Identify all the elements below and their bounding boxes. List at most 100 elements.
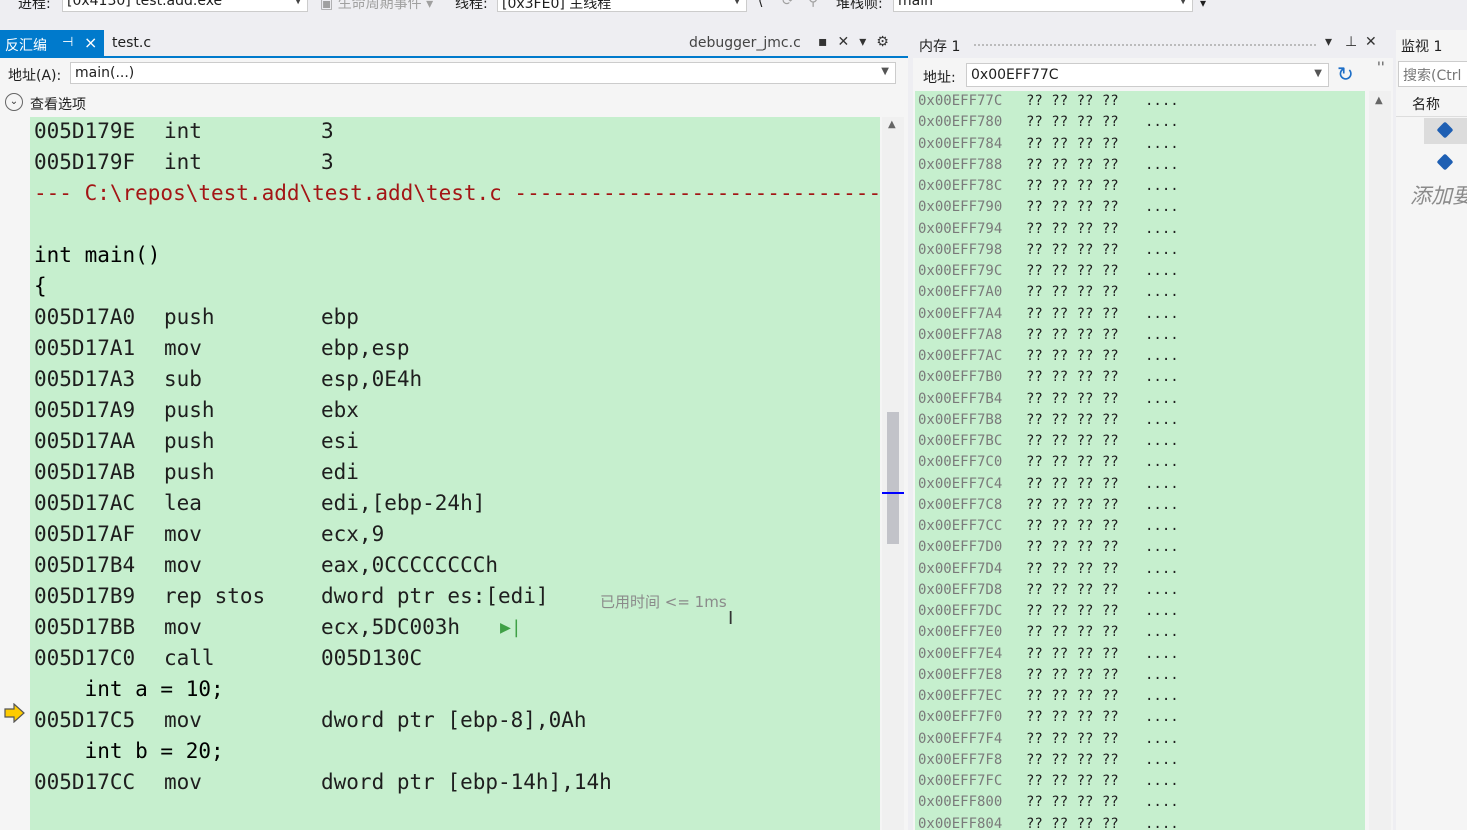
- disassembly-code-view[interactable]: 005D179E int 3 005D179F int 3 --- C:\repos\tes…: [30, 117, 880, 830]
- memory-row-address: 0x00EFF7A0: [918, 284, 1003, 301]
- scrollbar-thumb[interactable]: [887, 412, 899, 544]
- debug-toolbar: 进程: [0x4130] test.add.exe ▼ ▣ 生命周期事件 ▾ 线程…: [0, 0, 1467, 14]
- view-options[interactable]: ⌄ 查看选项: [0, 88, 908, 116]
- memory-row-bytes[interactable]: ?? ?? ?? ??: [1026, 580, 1119, 601]
- thread-combo[interactable]: [0x3FE0] 主线程 ▼: [497, 0, 747, 12]
- memory-row-bytes[interactable]: ?? ?? ?? ??: [1026, 474, 1119, 495]
- memory-row-bytes[interactable]: ?? ?? ?? ??: [1026, 240, 1119, 261]
- instruction-operands: 005D130C: [321, 646, 423, 670]
- process-combo[interactable]: [0x4130] test.add.exe ▼: [62, 0, 308, 12]
- scroll-up-icon[interactable]: ▲: [1375, 95, 1383, 106]
- chevron-down-icon[interactable]: ▾: [859, 34, 866, 50]
- instruction-address: 005D17A1: [34, 336, 136, 360]
- memory-row-bytes[interactable]: ?? ?? ?? ??: [1026, 346, 1119, 367]
- instruction-address: 005D17A3: [34, 367, 136, 391]
- refresh-icon[interactable]: ↻: [1337, 62, 1354, 86]
- pin-icon[interactable]: ▪: [818, 34, 828, 50]
- memory-scrollbar[interactable]: ▲: [1369, 91, 1391, 830]
- source-line: int b = 20;: [34, 739, 224, 763]
- tab-disassembly[interactable]: 反汇编 ⊣ ×: [0, 30, 104, 56]
- pin-icon[interactable]: ⊣: [62, 35, 73, 50]
- elapsed-time: 已用时间 <= 1ms: [600, 593, 727, 611]
- memory-row-bytes[interactable]: ?? ?? ?? ??: [1026, 134, 1119, 155]
- tab-debugger-jmc[interactable]: debugger_jmc.c: [689, 35, 801, 51]
- memory-row-bytes[interactable]: ?? ?? ?? ??: [1026, 155, 1119, 176]
- close-icon[interactable]: ×: [84, 33, 97, 52]
- memory-row-bytes[interactable]: ?? ?? ?? ??: [1026, 91, 1119, 112]
- memory-row-bytes[interactable]: ?? ?? ?? ??: [1026, 601, 1119, 622]
- close-icon[interactable]: ✕: [838, 34, 850, 50]
- memory-row-bytes[interactable]: ?? ?? ?? ??: [1026, 261, 1119, 282]
- memory-row-bytes[interactable]: ?? ?? ?? ??: [1026, 537, 1119, 558]
- memory-row-bytes[interactable]: ?? ?? ?? ??: [1026, 771, 1119, 792]
- watch-search-input[interactable]: 搜索(Ctrl: [1398, 61, 1467, 87]
- close-icon[interactable]: ✕: [1365, 34, 1377, 50]
- address-combo[interactable]: main(...) ▼: [70, 62, 896, 84]
- memory-row-ascii: ....: [1145, 178, 1179, 194]
- memory-row-bytes[interactable]: ?? ?? ?? ??: [1026, 707, 1119, 728]
- watch-item[interactable]: [1424, 118, 1467, 144]
- add-watch-item[interactable]: 添加要: [1410, 180, 1467, 210]
- memory-row-bytes[interactable]: ?? ?? ?? ??: [1026, 665, 1119, 686]
- instruction-address: 005D179F: [34, 150, 136, 174]
- memory-row-bytes[interactable]: ?? ?? ?? ??: [1026, 792, 1119, 813]
- memory-address-value: 0x00EFF77C: [971, 67, 1059, 83]
- pin-icon[interactable]: ⊥: [1345, 34, 1357, 50]
- memory-address-input[interactable]: 0x00EFF77C ▼: [966, 63, 1329, 87]
- memory-row-bytes[interactable]: ?? ?? ?? ??: [1026, 176, 1119, 197]
- memory-row-bytes[interactable]: ?? ?? ?? ??: [1026, 282, 1119, 303]
- breakpoint-gutter[interactable]: [0, 117, 30, 830]
- memory-row-ascii: ....: [1145, 624, 1179, 641]
- watch-name-header[interactable]: 名称: [1396, 90, 1467, 117]
- memory-row-bytes[interactable]: ?? ?? ?? ??: [1026, 367, 1119, 388]
- memory-row-bytes[interactable]: ?? ?? ?? ??: [1026, 389, 1119, 410]
- chevron-down-icon[interactable]: ▾: [1325, 34, 1332, 50]
- flag-icon[interactable]: ⟳: [782, 0, 794, 9]
- disassembly-scrollbar[interactable]: ▲: [882, 117, 904, 830]
- watch-item[interactable]: [1424, 150, 1467, 176]
- current-instruction-arrow-icon: [4, 703, 25, 723]
- memory-row-ascii: ....: [1145, 199, 1179, 216]
- gear-icon[interactable]: ⚙: [876, 34, 889, 50]
- address-bar: 地址(A): main(...) ▼: [0, 58, 908, 88]
- memory-row-bytes[interactable]: ?? ?? ?? ??: [1026, 452, 1119, 473]
- drag-grip[interactable]: [973, 43, 1318, 47]
- memory-row-bytes[interactable]: ?? ?? ?? ??: [1026, 197, 1119, 218]
- memory-row-bytes[interactable]: ?? ?? ?? ??: [1026, 495, 1119, 516]
- filter-icon[interactable]: ⚲: [808, 0, 818, 9]
- thread-flag-icon[interactable]: ⟨: [758, 0, 763, 9]
- memory-row-bytes[interactable]: ?? ?? ?? ??: [1026, 516, 1119, 537]
- memory-row-bytes[interactable]: ?? ?? ?? ??: [1026, 622, 1119, 643]
- memory-row-bytes[interactable]: ?? ?? ?? ??: [1026, 814, 1119, 830]
- scroll-up-icon[interactable]: ▲: [888, 119, 896, 130]
- memory-grid[interactable]: 0x00EFF77C ?? ?? ?? ??.... 0x00EFF780 ?? ??…: [915, 91, 1365, 830]
- process-label: 进程:: [18, 0, 51, 12]
- memory-row-bytes[interactable]: ?? ?? ?? ??: [1026, 325, 1119, 346]
- instruction-address: 005D17AB: [34, 460, 136, 484]
- memory-row-bytes[interactable]: ?? ?? ?? ??: [1026, 112, 1119, 133]
- stackframe-value: main: [898, 0, 933, 9]
- run-to-click-icon[interactable]: ▶|: [500, 612, 522, 643]
- memory-row-bytes[interactable]: ?? ?? ?? ??: [1026, 219, 1119, 240]
- memory-row-address: 0x00EFF7C8: [918, 496, 1003, 513]
- memory-row-bytes[interactable]: ?? ?? ?? ??: [1026, 729, 1119, 750]
- text-cursor-icon: I: [728, 608, 734, 629]
- chevron-down-icon: ▼: [733, 0, 741, 6]
- chevron-down-icon: ▼: [881, 66, 889, 77]
- memory-row-bytes[interactable]: ?? ?? ?? ??: [1026, 431, 1119, 452]
- memory-row-bytes[interactable]: ?? ?? ?? ??: [1026, 750, 1119, 771]
- stackframe-combo[interactable]: main ▼: [893, 0, 1193, 12]
- memory-row-bytes[interactable]: ?? ?? ?? ??: [1026, 686, 1119, 707]
- memory-row-bytes[interactable]: ?? ?? ?? ??: [1026, 559, 1119, 580]
- memory-row-bytes[interactable]: ?? ?? ?? ??: [1026, 644, 1119, 665]
- memory-row-ascii: ....: [1145, 518, 1179, 534]
- instruction-mnemonic: lea: [164, 491, 202, 515]
- toolbar-overflow-icon[interactable]: ▾: [1200, 0, 1206, 10]
- overflow-icon[interactable]: '': [1377, 60, 1385, 76]
- chevron-down-icon[interactable]: ⌄: [5, 93, 23, 111]
- tab-test-c[interactable]: test.c: [112, 35, 151, 51]
- memory-row-bytes[interactable]: ?? ?? ?? ??: [1026, 410, 1119, 431]
- lifecycle-events-button[interactable]: ▣ 生命周期事件 ▾: [320, 0, 433, 13]
- memory-row-bytes[interactable]: ?? ?? ?? ??: [1026, 304, 1119, 325]
- memory-row-ascii: ....: [1145, 411, 1179, 428]
